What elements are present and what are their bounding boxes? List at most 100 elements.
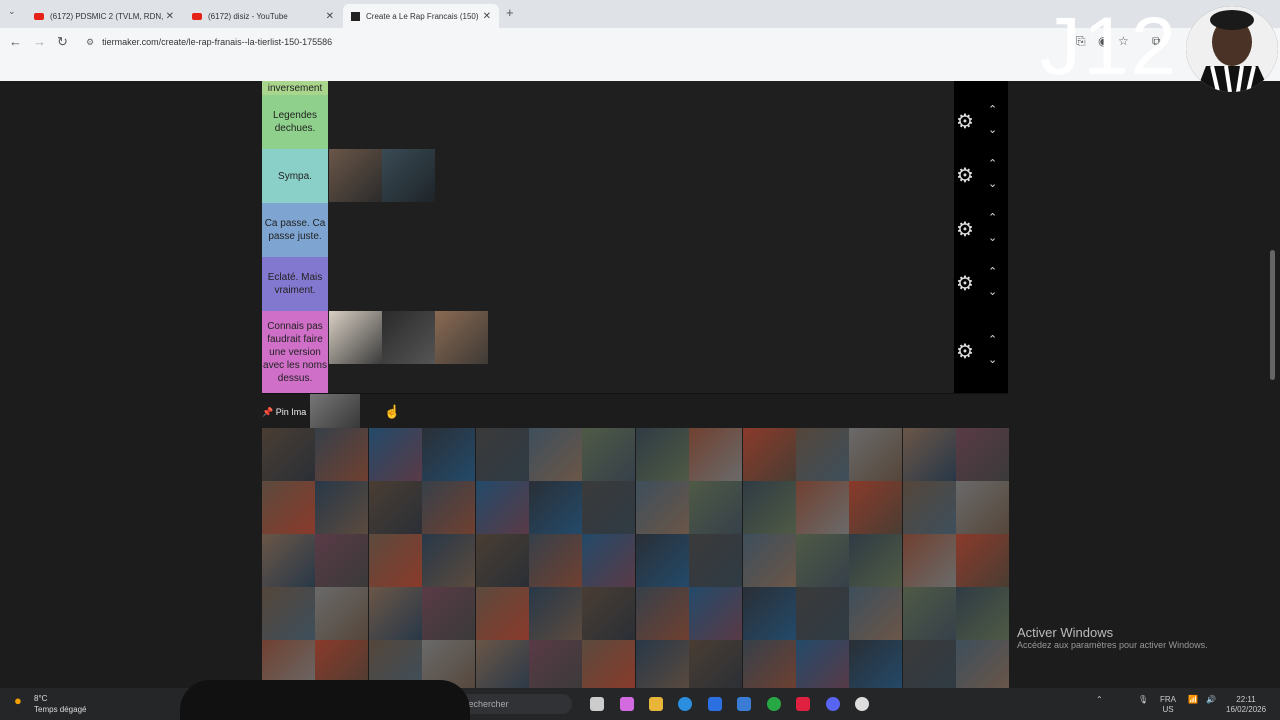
outlook-icon[interactable] [737, 697, 751, 711]
weather-widget[interactable]: ● 8°C Temps dégagé [14, 693, 86, 715]
rapper-image[interactable] [329, 149, 382, 202]
rapper-image[interactable] [956, 587, 1010, 640]
rapper-image[interactable] [635, 428, 689, 481]
rapper-image[interactable] [956, 640, 1010, 693]
tier-label[interactable]: inversement [262, 81, 328, 95]
store-icon[interactable] [708, 697, 722, 711]
rapper-image[interactable] [315, 587, 369, 640]
rapper-image[interactable] [849, 534, 903, 587]
rapper-image[interactable] [435, 311, 488, 364]
address-bar[interactable]: ⚙ tiermaker.com/create/le-rap-franais--l… [86, 33, 966, 51]
rapper-image[interactable] [315, 534, 369, 587]
rapper-image[interactable] [742, 428, 796, 481]
rapper-image[interactable] [902, 428, 956, 481]
rapper-image[interactable] [635, 640, 689, 693]
rapper-image[interactable] [635, 534, 689, 587]
rapper-image[interactable] [956, 481, 1010, 534]
rapper-image[interactable] [262, 587, 315, 640]
rapper-image[interactable] [528, 481, 582, 534]
rapper-image[interactable] [475, 428, 529, 481]
file-explorer-icon[interactable] [649, 697, 663, 711]
rapper-image[interactable] [582, 428, 636, 481]
rapper-image[interactable] [368, 534, 422, 587]
rapper-image[interactable] [262, 481, 315, 534]
rapper-image[interactable] [849, 428, 903, 481]
tier-drop-zone[interactable] [329, 203, 954, 257]
rapper-image[interactable] [382, 149, 435, 202]
gear-icon[interactable]: ⚙ [956, 271, 974, 296]
rapper-image[interactable] [635, 481, 689, 534]
move-down-icon[interactable]: ⌄ [988, 177, 997, 190]
volume-icon[interactable]: 🔊 [1206, 695, 1216, 705]
rapper-image[interactable] [475, 587, 529, 640]
tier-label[interactable]: Eclaté. Mais vraiment. [262, 257, 328, 311]
move-down-icon[interactable]: ⌄ [988, 231, 997, 244]
rapper-image[interactable] [956, 428, 1010, 481]
rapper-image[interactable] [849, 587, 903, 640]
rapper-image[interactable] [422, 481, 476, 534]
move-down-icon[interactable]: ⌄ [988, 123, 997, 136]
rapper-image[interactable] [635, 587, 689, 640]
move-up-icon[interactable]: ⌃ [988, 265, 997, 278]
tab-pdsmic[interactable]: (6172) PDSMIC 2 (TVLM, RDN, ✕ [26, 4, 182, 28]
move-down-icon[interactable]: ⌄ [988, 353, 997, 366]
wifi-icon[interactable]: 📶 [1188, 695, 1198, 705]
rapper-image[interactable] [742, 587, 796, 640]
tab-disiz[interactable]: (6172) disiz - YouTube ✕ [184, 4, 342, 28]
rapper-image[interactable] [582, 481, 636, 534]
app-icon[interactable] [796, 697, 810, 711]
task-view-icon[interactable] [590, 697, 604, 711]
rapper-image[interactable] [368, 587, 422, 640]
rapper-image[interactable] [902, 640, 956, 693]
copilot-icon[interactable] [620, 697, 634, 711]
tier-label[interactable]: Ca passe. Ca passe juste. [262, 203, 328, 257]
rapper-image[interactable] [689, 640, 743, 693]
move-up-icon[interactable]: ⌃ [988, 157, 997, 170]
rapper-image[interactable] [582, 640, 636, 693]
taskbar-search[interactable]: Rechercher [452, 694, 572, 714]
rapper-image[interactable] [528, 534, 582, 587]
rapper-image[interactable] [422, 428, 476, 481]
chrome-icon[interactable] [767, 697, 781, 711]
pin-images-label[interactable]: 📌 Pin Ima [262, 407, 306, 418]
rapper-image[interactable] [849, 481, 903, 534]
rapper-image[interactable] [582, 534, 636, 587]
new-tab-button[interactable]: + [506, 5, 514, 20]
rapper-image[interactable] [262, 428, 315, 481]
rapper-image[interactable] [329, 311, 382, 364]
rapper-image[interactable] [689, 481, 743, 534]
tab-list-icon[interactable]: ⌄ [8, 6, 16, 17]
rapper-image[interactable] [742, 481, 796, 534]
back-icon[interactable]: ← [9, 34, 22, 49]
discord-icon[interactable] [826, 697, 840, 711]
tier-drop-zone[interactable] [329, 95, 954, 149]
rapper-image[interactable] [956, 534, 1010, 587]
app-icon[interactable] [855, 697, 869, 711]
tier-label[interactable]: Legendes dechues. [262, 95, 328, 149]
rapper-image[interactable] [742, 534, 796, 587]
close-icon[interactable]: ✕ [483, 11, 491, 22]
rapper-image[interactable] [742, 640, 796, 693]
rapper-image[interactable] [528, 587, 582, 640]
gear-icon[interactable]: ⚙ [956, 163, 974, 188]
rapper-image[interactable] [422, 534, 476, 587]
rapper-image[interactable] [422, 587, 476, 640]
close-icon[interactable]: ✕ [166, 11, 174, 22]
rapper-image[interactable] [315, 481, 369, 534]
edge-icon[interactable] [678, 697, 692, 711]
tier-label[interactable]: Connais pas faudrait faire une version a… [262, 311, 328, 393]
move-up-icon[interactable]: ⌃ [988, 103, 997, 116]
forward-icon[interactable]: → [33, 34, 46, 49]
rapper-image[interactable] [582, 587, 636, 640]
rapper-image[interactable] [382, 311, 435, 364]
tier-drop-zone[interactable] [329, 311, 954, 393]
rapper-image[interactable] [689, 428, 743, 481]
rapper-image[interactable] [528, 428, 582, 481]
gear-icon[interactable]: ⚙ [956, 109, 974, 134]
tier-label[interactable]: Sympa. [262, 149, 328, 203]
rapper-image[interactable] [902, 481, 956, 534]
move-up-icon[interactable]: ⌃ [988, 211, 997, 224]
rapper-image[interactable] [849, 640, 903, 693]
rapper-image[interactable] [795, 428, 849, 481]
rapper-image[interactable] [689, 587, 743, 640]
